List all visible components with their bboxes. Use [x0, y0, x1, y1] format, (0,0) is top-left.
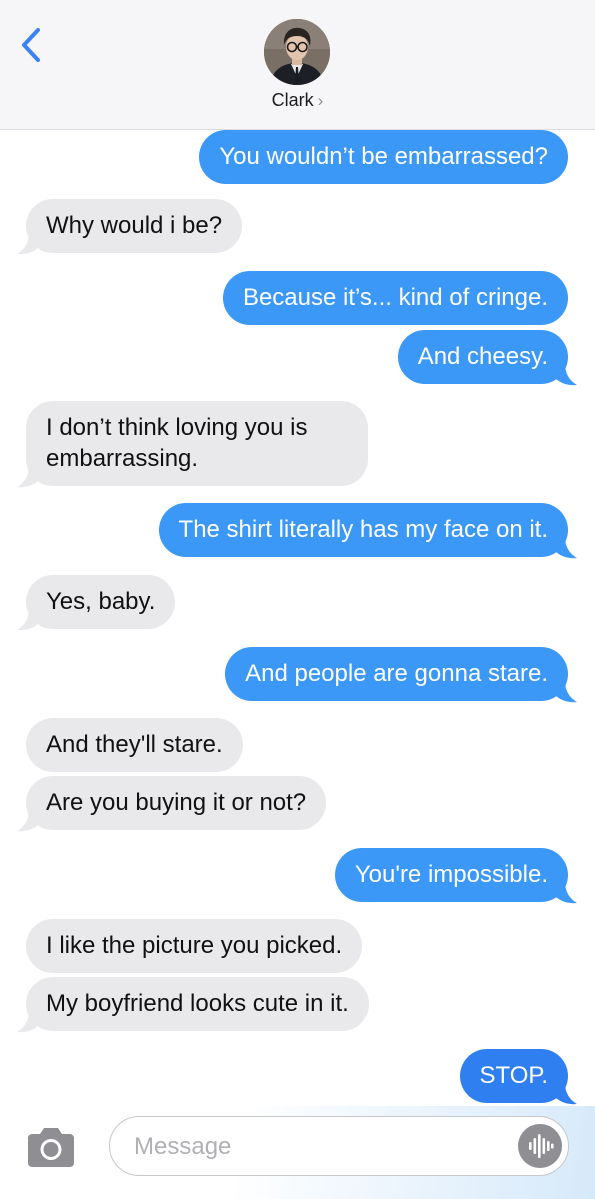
contact-name-button[interactable]: Clark ›: [0, 90, 595, 111]
message-input[interactable]: [132, 1125, 516, 1169]
compose-bar: [0, 1106, 595, 1199]
message-bubble-outgoing[interactable]: And cheesy.: [397, 330, 568, 384]
audio-waveform-icon: [529, 1134, 554, 1158]
camera-button[interactable]: [24, 1126, 78, 1170]
camera-icon: [28, 1128, 74, 1167]
message-input-field[interactable]: [109, 1116, 569, 1176]
audio-message-button[interactable]: [518, 1124, 562, 1168]
message-bubble-outgoing[interactable]: You're impossible.: [334, 848, 568, 902]
message-bubble-incoming[interactable]: My boyfriend looks cute in it.: [26, 977, 369, 1031]
message-thread: You wouldn’t be embarrassed? Why would i…: [0, 0, 595, 1199]
contact-name: Clark: [271, 90, 314, 110]
messages-screen: You wouldn’t be embarrassed? Why would i…: [0, 0, 595, 1199]
message-bubble-outgoing[interactable]: Because it’s... kind of cringe.: [222, 271, 568, 325]
message-bubble-outgoing[interactable]: You wouldn’t be embarrassed?: [199, 130, 568, 184]
back-button[interactable]: [14, 22, 50, 68]
message-bubble-incoming[interactable]: Are you buying it or not?: [26, 776, 327, 830]
message-bubble-incoming[interactable]: I don’t think loving you is embarrassing…: [26, 401, 368, 486]
chevron-left-icon: [22, 28, 40, 62]
message-bubble-incoming[interactable]: Yes, baby.: [26, 575, 176, 629]
chevron-right-icon: ›: [317, 91, 324, 110]
contact-avatar[interactable]: [264, 19, 330, 85]
message-bubble-incoming[interactable]: I like the picture you picked.: [26, 919, 363, 973]
message-bubble-outgoing[interactable]: And people are gonna stare.: [225, 647, 568, 701]
message-bubble-incoming[interactable]: And they'll stare.: [26, 718, 243, 772]
avatar-photo: [264, 19, 330, 85]
conversation-header: Clark ›: [0, 0, 595, 130]
message-bubble-outgoing[interactable]: The shirt literally has my face on it.: [158, 503, 568, 557]
message-bubble-incoming[interactable]: Why would i be?: [26, 199, 243, 253]
message-bubble-outgoing[interactable]: STOP.: [459, 1049, 568, 1103]
